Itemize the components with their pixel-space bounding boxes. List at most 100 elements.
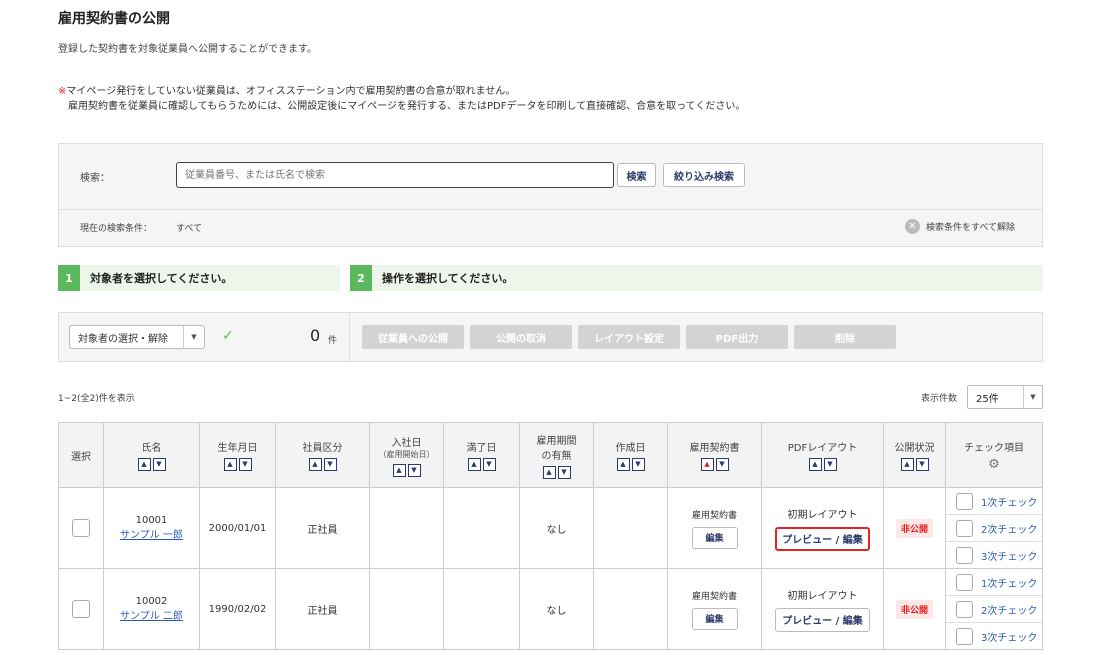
per-page-label: 表示件数 <box>921 394 958 404</box>
sort-asc-icon[interactable]: ▲ <box>137 458 151 471</box>
col-header-label: 社員区分 <box>302 443 343 454</box>
select-all-dropdown[interactable]: 対象者の選択・解除 ▼ <box>69 325 205 349</box>
status-cell: 非公開 <box>883 568 946 650</box>
checkmark-icon: ✓ <box>222 328 234 344</box>
col-header-sublabel: （雇用開始日） <box>378 449 435 459</box>
filter-search-button[interactable]: 絞り込み検索 <box>663 163 745 187</box>
select-all-label: 対象者の選択・解除 <box>78 333 168 345</box>
category-cell: 正社員 <box>275 487 370 569</box>
term-cell: なし <box>519 568 594 650</box>
sort-desc-icon[interactable]: ▼ <box>823 458 837 471</box>
sort-controls: ▲ ▼ <box>594 458 667 471</box>
name-cell: 10002 サンプル 二郎 <box>103 568 200 650</box>
check-checkbox[interactable] <box>956 546 973 564</box>
result-range: 1~2(全2)件を表示 <box>58 394 135 404</box>
search-input[interactable] <box>176 162 614 188</box>
check-link[interactable]: 2次チェック <box>981 602 1037 617</box>
check-link[interactable]: 3次チェック <box>981 629 1037 644</box>
check-item[interactable]: 2次チェック <box>946 596 1042 623</box>
category-cell: 正社員 <box>275 568 370 650</box>
check-list: 1次チェック 2次チェック 3次チェック <box>946 488 1042 568</box>
check-checkbox[interactable] <box>956 573 973 591</box>
preview-edit-button[interactable]: プレビュー / 編集 <box>775 607 870 632</box>
check-checkbox[interactable] <box>956 492 973 510</box>
check-link[interactable]: 3次チェック <box>981 548 1037 563</box>
check-list: 1次チェック 2次チェック 3次チェック <box>946 569 1042 649</box>
sort-desc-icon[interactable]: ▼ <box>238 458 252 471</box>
delete-button[interactable]: 削除 <box>794 325 896 349</box>
col-header-label: の有無 <box>541 450 572 462</box>
preview-edit-button[interactable]: プレビュー / 編集 <box>775 526 870 551</box>
sort-desc-icon[interactable]: ▼ <box>631 458 645 471</box>
check-checkbox[interactable] <box>956 519 973 537</box>
check-link[interactable]: 1次チェック <box>981 494 1037 509</box>
row-select-cell <box>58 487 104 569</box>
contract-edit-button[interactable]: 編集 <box>691 526 738 549</box>
per-page-select[interactable]: 25件 ▼ <box>967 385 1043 409</box>
step-2-banner: 2 操作を選択してください。 <box>350 265 1043 291</box>
gear-icon[interactable]: ⚙ <box>946 457 1042 472</box>
contract-edit-button[interactable]: 編集 <box>691 607 738 630</box>
sort-controls: ▲ ▼ <box>370 463 443 477</box>
sort-controls: ▲ ▼ <box>762 458 883 471</box>
clear-conditions-link[interactable]: ✕ 検索条件をすべて解除 <box>905 219 1015 234</box>
birthday-cell: 1990/02/02 <box>199 568 276 650</box>
layout-settings-button[interactable]: レイアウト設定 <box>578 325 680 349</box>
sort-controls: ▲ ▼ <box>884 458 945 471</box>
col-header-created: 作成日 ▲ ▼ <box>593 422 668 488</box>
step-number: 1 <box>58 265 80 291</box>
sort-asc-icon[interactable]: ▲ <box>467 458 481 471</box>
pdf-layout-cell: 初期レイアウト プレビュー / 編集 <box>761 487 884 569</box>
unpublish-button[interactable]: 公開の取消 <box>470 325 572 349</box>
search-divider <box>59 209 1042 210</box>
sort-asc-icon[interactable]: ▲ <box>808 458 822 471</box>
check-checkbox[interactable] <box>956 600 973 618</box>
sort-desc-icon[interactable]: ▼ <box>557 465 571 479</box>
employee-name-link[interactable]: サンプル 二郎 <box>120 611 183 622</box>
check-item[interactable]: 3次チェック <box>946 542 1042 568</box>
col-header-hire-date: 入社日 （雇用開始日） ▲ ▼ <box>369 422 444 488</box>
sort-asc-icon[interactable]: ▲ <box>392 463 406 477</box>
sort-asc-icon[interactable]: ▲ <box>542 465 556 479</box>
chevron-down-icon: ▼ <box>1023 386 1042 408</box>
created-cell <box>593 487 668 569</box>
pdf-export-button[interactable]: PDF出力 <box>686 325 788 349</box>
row-checkbox[interactable] <box>72 519 90 537</box>
page-title: 雇用契約書の公開 <box>58 11 170 27</box>
sort-desc-icon[interactable]: ▼ <box>152 458 166 471</box>
employee-name-link[interactable]: サンプル 一郎 <box>120 530 183 541</box>
employee-number: 10001 <box>135 515 168 526</box>
sort-asc-icon[interactable]: ▲ <box>223 458 237 471</box>
sort-desc-icon[interactable]: ▼ <box>915 458 929 471</box>
sort-desc-icon[interactable]: ▼ <box>715 458 729 471</box>
table-row: 10001 サンプル 一郎 2000/01/01 正社員 なし 雇用契約書 編集… <box>58 487 1043 569</box>
publish-button[interactable]: 従業員への公開 <box>362 325 464 349</box>
check-link[interactable]: 2次チェック <box>981 521 1037 536</box>
sort-desc-icon[interactable]: ▼ <box>323 458 337 471</box>
check-checkbox[interactable] <box>956 627 973 645</box>
check-item[interactable]: 1次チェック <box>946 488 1042 515</box>
check-item[interactable]: 1次チェック <box>946 569 1042 596</box>
clear-conditions-label: 検索条件をすべて解除 <box>926 223 1016 233</box>
col-header-label: チェック項目 <box>964 442 1024 454</box>
sort-desc-icon[interactable]: ▼ <box>482 458 496 471</box>
check-link[interactable]: 1次チェック <box>981 575 1037 590</box>
sort-asc-icon[interactable]: ▲ <box>900 458 914 471</box>
sort-desc-icon[interactable]: ▼ <box>407 463 421 477</box>
employee-table: 選択 氏名 ▲ ▼ 生年月日 ▲ ▼ 社員区分 ▲ ▼ 入社日 （雇用開始日） ▲ ▼ … <box>58 422 1043 650</box>
sort-asc-icon[interactable]: ▲ <box>700 458 714 471</box>
chevron-down-icon[interactable]: ▼ <box>183 326 204 348</box>
sort-asc-icon[interactable]: ▲ <box>308 458 322 471</box>
search-panel <box>58 143 1043 247</box>
check-item[interactable]: 2次チェック <box>946 515 1042 542</box>
col-header-label: 生年月日 <box>217 443 258 454</box>
search-button[interactable]: 検索 <box>617 163 656 187</box>
sort-asc-icon[interactable]: ▲ <box>616 458 630 471</box>
row-checkbox[interactable] <box>72 600 90 618</box>
col-header-expiry: 満了日 ▲ ▼ <box>443 422 520 488</box>
col-header-term: 雇用期間 の有無 ▲ ▼ <box>519 422 594 488</box>
check-item[interactable]: 3次チェック <box>946 623 1042 649</box>
col-header-pdf-layout: PDFレイアウト ▲ ▼ <box>761 422 884 488</box>
selected-count: 0 <box>310 326 321 345</box>
search-condition-value: すべて <box>176 224 203 234</box>
